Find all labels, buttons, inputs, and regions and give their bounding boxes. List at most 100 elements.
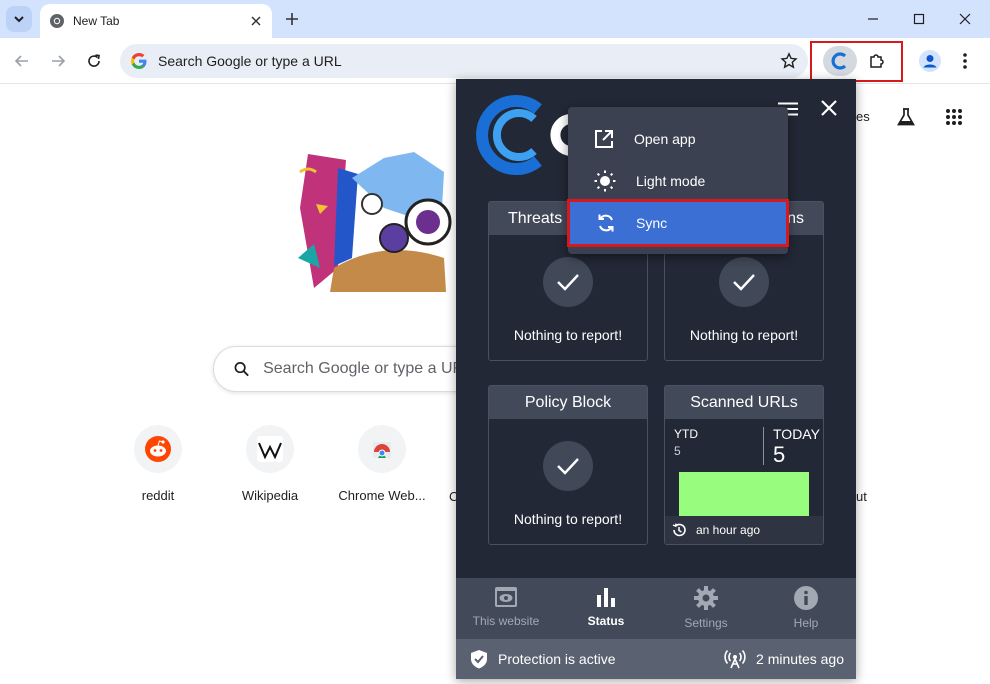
window-close-button[interactable] [942, 4, 988, 34]
checkmark-icon [733, 274, 755, 291]
broadcast-icon [724, 649, 746, 669]
ytd-value: 5 [674, 444, 681, 458]
plus-icon [286, 13, 298, 25]
today-value: 5 [773, 442, 786, 467]
tab-new-tab[interactable]: New Tab [40, 4, 272, 38]
history-icon [672, 523, 686, 537]
stats-divider [763, 427, 764, 465]
tab-strip: New Tab [0, 0, 990, 38]
tab-title: New Tab [73, 14, 120, 28]
shortcut-wikipedia[interactable]: Wikipedia [220, 425, 320, 503]
ntp-search-placeholder: Search Google or type a URL [263, 360, 473, 377]
omnibox-placeholder: Search Google or type a URL [158, 53, 342, 69]
reddit-icon [145, 436, 171, 462]
card-message: Nothing to report! [513, 327, 623, 343]
new-tab-button[interactable] [280, 7, 304, 31]
menu-item-label: Sync [636, 215, 668, 231]
external-link-icon [595, 130, 613, 148]
omnibox[interactable]: Search Google or type a URL [120, 44, 808, 78]
close-icon [821, 100, 837, 116]
protection-status-bar: Protection is active 2 minutes ago [456, 639, 856, 679]
last-update-status: 2 minutes ago [724, 649, 856, 669]
nav-label: This website [472, 614, 540, 628]
scan-stats: YTD 5 TODAY 5 [665, 419, 823, 516]
shortcut-reddit[interactable]: reddit [108, 425, 208, 503]
eye-icon [495, 587, 517, 607]
close-icon [251, 16, 261, 26]
popup-bottom-nav: This website Status Settings Help [456, 578, 856, 639]
labs-button[interactable] [893, 104, 919, 130]
google-g-icon [131, 53, 147, 69]
nav-label: Help [793, 616, 819, 630]
images-link-partial[interactable]: es [856, 109, 870, 124]
popup-dropdown-menu: Open app Light mode Sync [567, 107, 789, 254]
google-apps-button[interactable] [941, 104, 967, 130]
search-icon [234, 362, 249, 377]
minimize-icon [868, 18, 878, 20]
chevron-down-icon [14, 16, 24, 23]
chrome-web-store-icon [373, 442, 391, 458]
arrow-right-icon [52, 55, 66, 67]
reload-icon [88, 54, 100, 67]
bar-chart-icon [597, 588, 615, 607]
sync-icon [598, 214, 614, 232]
google-doodle[interactable] [294, 148, 456, 292]
cyber-logo-icon [831, 52, 847, 70]
tab-close-button[interactable] [246, 11, 266, 31]
profile-button[interactable] [917, 48, 943, 74]
scanned-urls-card[interactable]: Scanned URLs YTD 5 TODAY 5 an hour ago [664, 385, 824, 545]
gear-icon [694, 586, 718, 610]
card-message: Nothing to report! [689, 327, 799, 343]
extensions-button[interactable] [862, 46, 892, 76]
forward-button[interactable] [44, 47, 72, 75]
shortcut-label: Chrome Web... [338, 488, 426, 503]
star-icon [780, 52, 798, 69]
card-message: Nothing to report! [513, 511, 623, 527]
nav-this-website[interactable]: This website [456, 578, 556, 639]
menu-item-sync[interactable]: Sync [567, 199, 789, 247]
cyber-extension-button[interactable] [823, 46, 857, 76]
minimize-button[interactable] [850, 4, 896, 34]
bookmark-star-button[interactable] [774, 46, 804, 76]
shortcut-partial-label: ut [856, 489, 867, 504]
shortcut-tile [134, 425, 182, 473]
browser-toolbar: Search Google or type a URL [0, 38, 990, 84]
shortcut-tile [246, 425, 294, 473]
menu-item-open-app[interactable]: Open app [568, 118, 788, 160]
policy-block-card[interactable]: Policy Block Nothing to report! [488, 385, 648, 545]
chrome-icon [50, 14, 64, 28]
check-circle [719, 257, 769, 307]
info-icon [794, 586, 818, 610]
maximize-button[interactable] [896, 4, 942, 34]
protection-status: Protection is active [456, 649, 724, 669]
protection-status-text: Protection is active [498, 651, 616, 667]
card-title: Scanned URLs [665, 386, 823, 419]
shortcut-label: Wikipedia [241, 488, 299, 503]
last-update-text: 2 minutes ago [756, 651, 844, 667]
nav-label: Status [587, 614, 625, 628]
scan-bar [679, 472, 809, 516]
reload-button[interactable] [80, 47, 108, 75]
close-icon [959, 13, 971, 25]
shield-check-icon [471, 650, 487, 669]
checkmark-icon [557, 458, 579, 475]
check-circle [543, 257, 593, 307]
browser-menu-button[interactable] [952, 48, 978, 74]
shortcut-chrome-web-store[interactable]: Chrome Web... [332, 425, 432, 503]
nav-status[interactable]: Status [556, 578, 656, 639]
scan-updated-time: an hour ago [696, 523, 761, 537]
ytd-label: YTD [674, 427, 698, 441]
nav-help[interactable]: Help [756, 578, 856, 639]
tab-search-button[interactable] [6, 6, 32, 32]
more-vertical-icon [963, 53, 967, 69]
popup-close-button[interactable] [816, 95, 842, 121]
menu-item-light-mode[interactable]: Light mode [568, 160, 788, 202]
ntp-search-box[interactable]: Search Google or type a URL [213, 346, 473, 392]
shortcut-label: reddit [141, 488, 175, 503]
menu-item-label: Light mode [636, 173, 706, 189]
back-button[interactable] [8, 47, 36, 75]
today-label: TODAY [773, 426, 820, 442]
avatar-icon [919, 50, 941, 72]
nav-settings[interactable]: Settings [656, 578, 756, 639]
arrow-left-icon [14, 55, 28, 67]
